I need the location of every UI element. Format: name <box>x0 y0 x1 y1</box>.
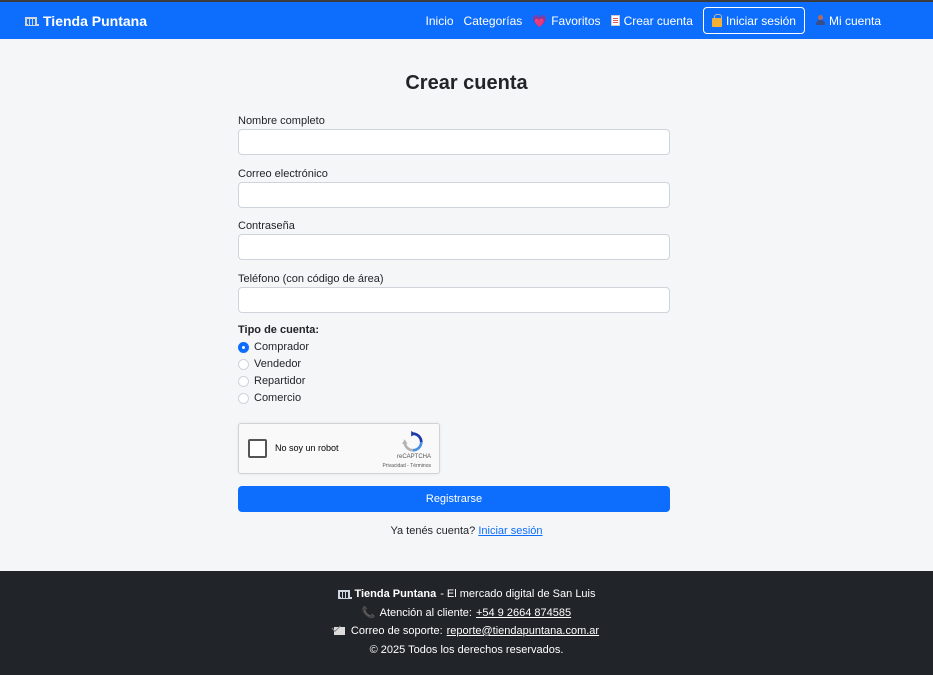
footer-email-link[interactable]: reporte@tiendapuntana.com.ar <box>447 625 599 637</box>
radio-button[interactable] <box>238 392 249 404</box>
nav-links: Inicio Categorías 💗 Favoritos Crear cuen… <box>426 2 881 39</box>
footer: Tienda Puntana - El mercado digital de S… <box>0 571 933 675</box>
recaptcha-logo-icon <box>402 431 423 452</box>
lock-icon <box>711 13 722 27</box>
footer-brand: Tienda Puntana <box>354 588 437 600</box>
footer-brand-line: Tienda Puntana - El mercado digital de S… <box>0 588 933 600</box>
nav-iniciar-sesion-button[interactable]: Iniciar sesión <box>702 7 805 34</box>
nav-iniciar-sesion-label: Iniciar sesión <box>725 13 796 28</box>
recaptcha-brand: reCAPTCHA <box>396 454 431 460</box>
register-button[interactable]: Registrarse <box>238 486 670 512</box>
contrasena-input[interactable] <box>238 234 670 260</box>
recaptcha-label: No soy un robot <box>275 443 339 453</box>
nav-categorias[interactable]: Categorías <box>464 14 523 28</box>
radio-comercio-label: Comercio <box>254 392 302 404</box>
shopping-cart-icon <box>24 16 39 26</box>
nav-mi-cuenta-label: Mi cuenta <box>828 13 881 28</box>
footer-support-phone-link[interactable]: +54 9 2664 874585 <box>476 607 571 619</box>
nombre-input[interactable] <box>238 129 670 155</box>
radio-button[interactable] <box>238 375 249 387</box>
correo-label: Correo electrónico <box>238 168 328 180</box>
phone-icon: 📞 <box>361 607 376 619</box>
nav-favoritos-label: Favoritos <box>551 13 601 28</box>
nombre-label: Nombre completo <box>238 115 325 127</box>
recaptcha-checkbox[interactable] <box>248 439 267 458</box>
radio-comercio[interactable]: Comercio <box>238 392 301 404</box>
login-prompt: Ya tenés cuenta? <box>390 525 476 537</box>
radio-repartidor-label: Repartidor <box>254 375 306 387</box>
footer-tagline: - El mercado digital de San Luis <box>440 588 596 600</box>
recaptcha-links[interactable]: Privacidad - Términos <box>382 463 431 469</box>
brand-link[interactable]: Tienda Puntana <box>24 2 147 39</box>
footer-email-label: Correo de soporte: <box>350 625 443 637</box>
nav-inicio[interactable]: Inicio <box>426 14 454 28</box>
contrasena-label: Contraseña <box>238 220 295 232</box>
nav-crear-cuenta-label: Crear cuenta <box>623 13 693 28</box>
radio-repartidor[interactable]: Repartidor <box>238 375 305 387</box>
user-icon <box>815 15 825 26</box>
radio-button[interactable] <box>238 358 249 370</box>
radio-vendedor-label: Vendedor <box>254 358 302 370</box>
page-title: Crear cuenta <box>405 72 528 94</box>
radio-comprador[interactable]: Comprador <box>238 341 309 353</box>
footer-email-line: Correo de soporte: reporte@tiendapuntana… <box>0 625 933 637</box>
telefono-label: Teléfono (con código de área) <box>238 273 384 285</box>
footer-support-label: Atención al cliente: <box>379 606 472 619</box>
account-type-label: Tipo de cuenta: <box>238 324 320 336</box>
footer-support-line: 📞 Atención al cliente: +54 9 2664 874585 <box>0 606 933 620</box>
login-link[interactable]: Iniciar sesión <box>478 525 542 537</box>
login-hint: Ya tenés cuenta? Iniciar sesión <box>0 525 933 537</box>
telefono-input[interactable] <box>238 287 670 313</box>
envelope-icon <box>333 627 345 635</box>
brand-name: Tienda Puntana <box>43 12 147 29</box>
nav-crear-cuenta[interactable]: Crear cuenta <box>610 13 693 28</box>
radio-button-checked[interactable] <box>238 341 249 353</box>
shopping-cart-icon <box>337 589 353 599</box>
heart-icon: 💗 <box>532 13 548 28</box>
nav-mi-cuenta[interactable]: Mi cuenta <box>815 14 881 28</box>
navbar: Tienda Puntana Inicio Categorías 💗 Favor… <box>0 2 933 39</box>
nav-favoritos[interactable]: 💗 Favoritos <box>532 14 600 28</box>
footer-copyright: © 2025 Todos los derechos reservados. <box>369 644 564 656</box>
radio-comprador-label: Comprador <box>254 341 310 353</box>
recaptcha-widget: No soy un robot reCAPTCHA Privacidad - T… <box>238 423 440 474</box>
document-icon <box>610 15 620 26</box>
correo-input[interactable] <box>238 182 670 208</box>
radio-vendedor[interactable]: Vendedor <box>238 358 301 370</box>
